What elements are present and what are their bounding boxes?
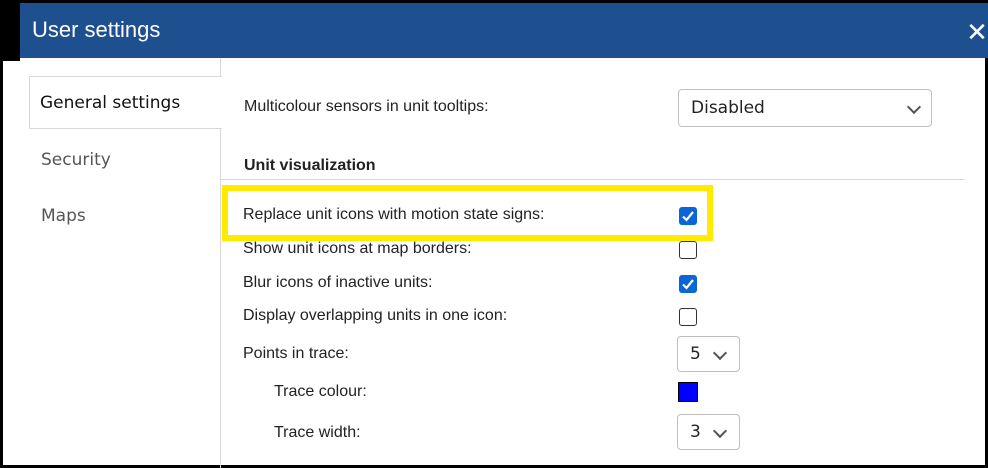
section-title-unit-visualization: Unit visualization: [244, 157, 376, 174]
trace-colour-swatch[interactable]: [678, 382, 698, 402]
points-in-trace-select[interactable]: 5: [677, 336, 740, 372]
multicolour-label: Multicolour sensors in unit tooltips:: [244, 98, 489, 115]
tab-security[interactable]: Security: [41, 150, 231, 170]
multicolour-select[interactable]: Disabled: [678, 89, 932, 127]
map-borders-label: Show unit icons at map borders:: [243, 240, 472, 257]
tab-general-settings[interactable]: General settings: [29, 76, 222, 129]
blur-inactive-checkbox[interactable]: [679, 275, 697, 293]
checkmark-icon: [682, 279, 694, 290]
trace-width-label: Trace width:: [274, 424, 361, 441]
map-borders-checkbox[interactable]: [679, 241, 697, 259]
dialog-title: User settings: [32, 17, 161, 42]
settings-sidebar: General settings Security Maps: [19, 58, 222, 468]
multicolour-select-value: Disabled: [691, 98, 765, 118]
chevron-down-icon: [906, 99, 922, 115]
trace-colour-label: Trace colour:: [274, 383, 367, 400]
tab-maps[interactable]: Maps: [41, 206, 231, 226]
close-icon[interactable]: ✕: [966, 19, 988, 45]
chevron-down-icon: [712, 345, 728, 361]
section-divider: [220, 179, 965, 180]
trace-width-value: 3: [690, 422, 701, 442]
trace-width-select[interactable]: 3: [677, 414, 740, 450]
chevron-down-icon: [712, 423, 728, 439]
points-in-trace-value: 5: [690, 344, 701, 364]
points-in-trace-label: Points in trace:: [243, 345, 349, 362]
title-bar: User settings ✕: [0, 0, 988, 61]
window-edge: [0, 3, 20, 61]
highlight-box: [222, 185, 713, 241]
overlapping-label: Display overlapping units in one icon:: [243, 307, 508, 324]
overlapping-checkbox[interactable]: [679, 308, 697, 326]
blur-inactive-label: Blur icons of inactive units:: [243, 274, 433, 291]
